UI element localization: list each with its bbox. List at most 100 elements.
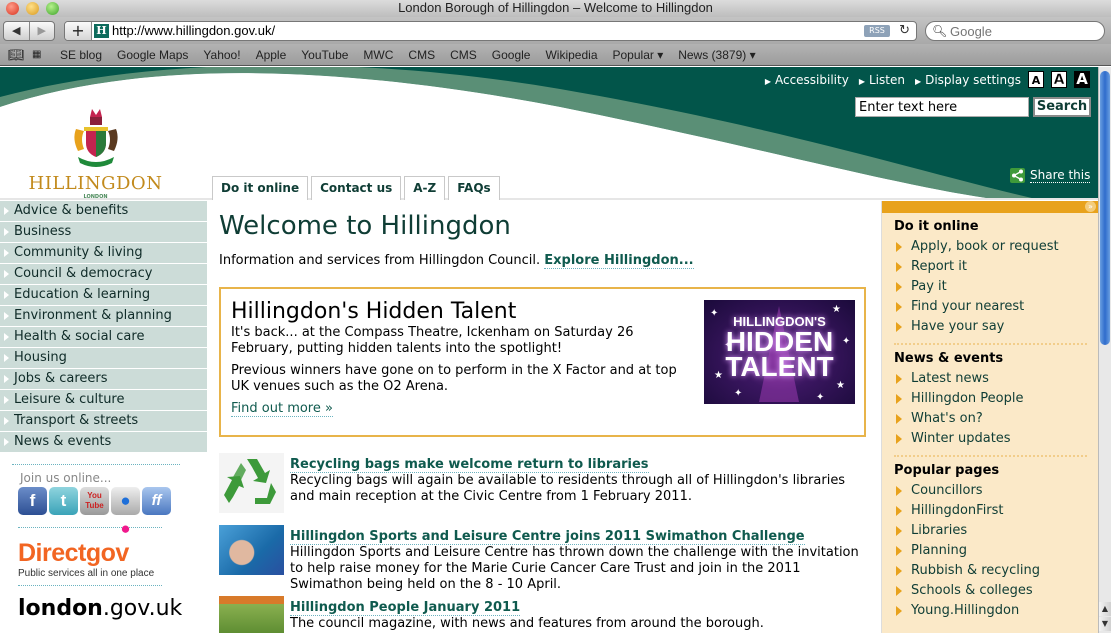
forward-button[interactable]: ▶ <box>28 22 55 40</box>
bookmark-item[interactable]: Google <box>492 48 531 62</box>
sidebar-link[interactable]: Apply, book or request <box>894 237 1087 257</box>
hillingdon-logo[interactable]: HILLINGDON LONDON <box>28 107 163 200</box>
intro-text: Information and services from Hillingdon… <box>219 253 694 269</box>
directgov-link[interactable]: Directgov Public services all in one pla… <box>18 540 207 579</box>
close-window-button[interactable] <box>6 2 19 15</box>
top-sites-grid-icon[interactable]: ▦ <box>32 49 48 60</box>
bookmark-item[interactable]: CMS <box>408 48 435 62</box>
url-input[interactable]: http://www.hillingdon.gov.uk/ <box>112 23 275 39</box>
browser-search-box[interactable]: 🔍︎ <box>925 21 1105 41</box>
back-button[interactable]: ◀ <box>4 22 29 40</box>
browser-search-input[interactable] <box>950 23 1095 39</box>
search-icon[interactable]: 🔍︎ <box>932 22 947 40</box>
sidebar-link[interactable]: Councillors <box>894 481 1087 501</box>
recycling-icon[interactable] <box>219 453 284 513</box>
sidebar-link[interactable]: Rubbish & recycling <box>894 561 1087 581</box>
sidebar-link[interactable]: Find your nearest <box>894 297 1087 317</box>
sidebar-link[interactable]: Latest news <box>894 369 1087 389</box>
sidebar-link[interactable]: HillingdonFirst <box>894 501 1087 521</box>
nav-item-health-social-care[interactable]: Health & social care <box>0 327 207 348</box>
text-size-small-button[interactable]: A <box>1028 71 1044 88</box>
flickr-icon[interactable]: ●● <box>111 487 140 538</box>
tab-a-z[interactable]: A-Z <box>404 176 446 200</box>
feature-paragraph: Previous winners have gone on to perform… <box>231 363 677 394</box>
sidebar-link[interactable]: Winter updates <box>894 429 1087 449</box>
sidebar-link[interactable]: Libraries <box>894 521 1087 541</box>
bookmark-folder-popular[interactable]: Popular ▾ <box>613 48 664 62</box>
add-bookmark-button[interactable]: + <box>65 22 92 40</box>
nav-item-jobs-careers[interactable]: Jobs & careers <box>0 369 207 390</box>
rss-button[interactable]: RSS <box>864 25 890 37</box>
facebook-icon[interactable]: f <box>18 487 47 515</box>
nav-item-environment-planning[interactable]: Environment & planning <box>0 306 207 327</box>
sidebar-link[interactable]: Have your say <box>894 317 1087 337</box>
bookmark-folder-news[interactable]: News (3879) ▾ <box>678 48 755 62</box>
sidebar-link[interactable]: Schools & colleges <box>894 581 1087 601</box>
collapse-icon[interactable]: » <box>1085 201 1096 212</box>
scrollbar-thumb[interactable] <box>1100 71 1110 345</box>
sidebar-link[interactable]: Report it <box>894 257 1087 277</box>
text-size-large-button[interactable]: A <box>1074 71 1090 88</box>
nav-item-business[interactable]: Business <box>0 222 207 243</box>
bookmarks-book-icon[interactable]: 📖︎ <box>8 47 25 63</box>
nav-item-news-events[interactable]: News & events <box>0 432 207 453</box>
nav-item-community-living[interactable]: Community & living <box>0 243 207 264</box>
nav-item-council-democracy[interactable]: Council & democracy <box>0 264 207 285</box>
news-title-link[interactable]: Recycling bags make welcome return to li… <box>290 457 649 473</box>
find-out-more-link[interactable]: Find out more » <box>231 401 333 417</box>
sidebar-link[interactable]: Hillingdon People <box>894 389 1087 409</box>
sidebar-link[interactable]: Young.Hillingdon <box>894 601 1087 621</box>
nav-item-leisure-culture[interactable]: Leisure & culture <box>0 390 207 411</box>
swimathon-thumbnail[interactable] <box>219 525 284 575</box>
browser-toolbar: ◀ ▶ + H http://www.hillingdon.gov.uk/ RS… <box>0 17 1111 44</box>
scroll-up-arrow[interactable]: ▲ <box>1099 602 1111 616</box>
bookmark-item[interactable]: Apple <box>256 48 287 62</box>
nav-item-transport-streets[interactable]: Transport & streets <box>0 411 207 432</box>
bookmark-item[interactable]: SE blog <box>60 48 102 62</box>
header-tabs: Do it online Contact us A-Z FAQs <box>212 176 500 200</box>
hidden-talent-image[interactable]: ✦ ✦ ★ ✦ ★ ✦ ★ ✦ HILLINGDON'S HIDDEN TALE… <box>704 300 855 404</box>
tab-faqs[interactable]: FAQs <box>448 176 500 200</box>
site-search-button[interactable]: Search <box>1033 97 1091 117</box>
logo-name: HILLINGDON <box>28 173 163 194</box>
scroll-down-arrow[interactable]: ▼ <box>1099 617 1111 631</box>
join-us-panel: Join us online... f t You Tube ●● ff Dir… <box>0 464 207 621</box>
news-title-link[interactable]: Hillingdon People January 2011 <box>290 600 521 616</box>
tab-do-it-online[interactable]: Do it online <box>212 176 309 200</box>
listen-link[interactable]: ▶ Listen <box>859 73 905 87</box>
site-header: HILLINGDON LONDON ▶ Accessibility ▶ Listen… <box>0 67 1098 200</box>
reload-icon[interactable]: ↻ <box>899 22 910 39</box>
sidebar-link[interactable]: Planning <box>894 541 1087 561</box>
sidebar-link[interactable]: Pay it <box>894 277 1087 297</box>
youtube-icon[interactable]: You Tube <box>80 487 109 515</box>
site-search-input[interactable] <box>855 97 1029 117</box>
bookmark-item[interactable]: Wikipedia <box>545 48 597 62</box>
bookmark-item[interactable]: Yahoo! <box>203 48 240 62</box>
bookmark-item[interactable]: Google Maps <box>117 48 188 62</box>
twitter-icon[interactable]: t <box>49 487 78 515</box>
london-gov-link[interactable]: london.gov.uk <box>18 596 207 621</box>
nav-item-housing[interactable]: Housing <box>0 348 207 369</box>
accessibility-link[interactable]: ▶ Accessibility <box>765 73 849 87</box>
triangle-right-icon: ▶ <box>914 76 922 86</box>
text-size-medium-button[interactable]: A <box>1051 71 1067 88</box>
zoom-window-button[interactable] <box>46 2 59 15</box>
hillingdon-people-thumbnail[interactable] <box>219 596 284 633</box>
friendfeed-icon[interactable]: ff <box>142 487 171 515</box>
nav-item-education-learning[interactable]: Education & learning <box>0 285 207 306</box>
left-navigation: Advice & benefits Business Community & l… <box>0 201 207 453</box>
sidebar-link[interactable]: What's on? <box>894 409 1087 429</box>
coat-of-arms-icon <box>73 109 118 167</box>
bookmark-item[interactable]: MWC <box>363 48 393 62</box>
display-settings-link[interactable]: ▶ Display settings <box>915 73 1021 87</box>
address-bar[interactable]: + H http://www.hillingdon.gov.uk/ RSS ↻ <box>64 21 917 41</box>
explore-hillingdon-link[interactable]: Explore Hillingdon... <box>544 253 694 269</box>
vertical-scrollbar[interactable]: ▲ ▼ <box>1098 67 1111 633</box>
share-this-link[interactable]: Share this <box>1010 168 1091 183</box>
news-title-link[interactable]: Hillingdon Sports and Leisure Centre joi… <box>290 529 805 545</box>
minimize-window-button[interactable] <box>26 2 39 15</box>
bookmark-item[interactable]: CMS <box>450 48 477 62</box>
bookmark-item[interactable]: YouTube <box>301 48 348 62</box>
nav-item-advice-benefits[interactable]: Advice & benefits <box>0 201 207 222</box>
tab-contact-us[interactable]: Contact us <box>311 176 402 200</box>
